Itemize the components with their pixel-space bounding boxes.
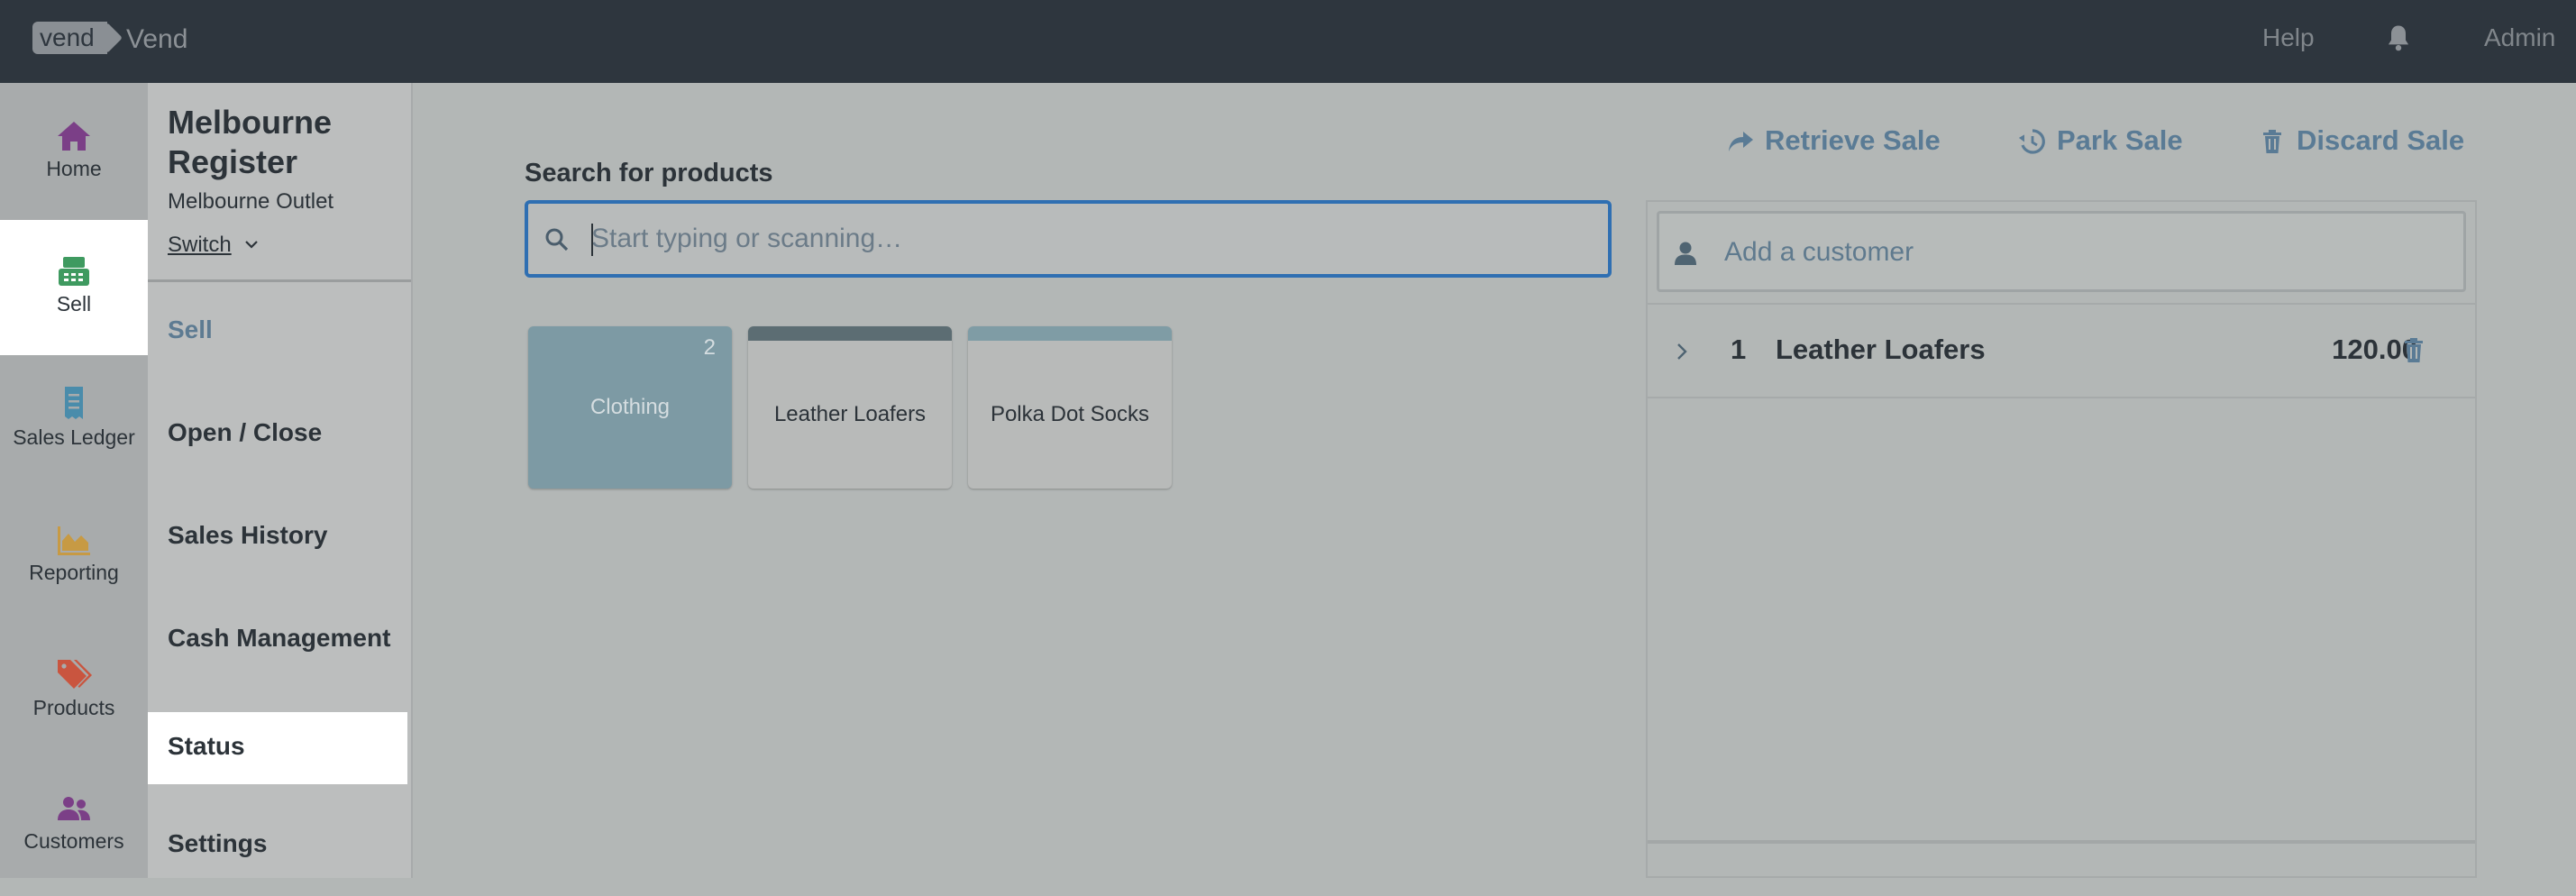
line-item-name: Leather Loafers bbox=[1776, 334, 1986, 365]
users-icon bbox=[58, 797, 90, 820]
register-title: Melbourne Register bbox=[168, 104, 333, 180]
bell-icon[interactable] bbox=[2385, 23, 2412, 52]
chevron-right-icon[interactable] bbox=[1675, 341, 1689, 362]
line-item-price[interactable]: 120.00 bbox=[2262, 334, 2417, 366]
switch-register-link[interactable]: Switch bbox=[168, 233, 232, 258]
sale-panel: 1 Leather Loafers 120.00 bbox=[1646, 200, 2477, 878]
nav-sales-ledger[interactable]: Sales Ledger bbox=[0, 355, 148, 490]
trash-icon bbox=[2263, 130, 2281, 153]
register-subnav: Melbourne Register Melbourne Outlet Swit… bbox=[148, 83, 413, 878]
main-nav: Home Sell Sales Ledger Reporting Product… bbox=[0, 83, 148, 878]
receipt-icon bbox=[65, 387, 83, 419]
quick-key-polka-dot-socks[interactable]: Polka Dot Socks bbox=[968, 326, 1172, 489]
subnav-item-settings[interactable]: Settings bbox=[148, 809, 407, 882]
subnav-item-sell[interactable]: Sell bbox=[148, 296, 407, 368]
subnav-item-cash-management[interactable]: Cash Management bbox=[148, 604, 407, 676]
subnav-item-label: Sales History bbox=[168, 521, 328, 549]
nav-home-label: Home bbox=[46, 157, 102, 180]
home-icon bbox=[58, 122, 90, 151]
subnav-item-label: Status bbox=[168, 732, 245, 760]
add-customer-box[interactable] bbox=[1657, 211, 2466, 292]
tile-name: Leather Loafers bbox=[773, 402, 927, 426]
nav-reporting-label: Reporting bbox=[29, 561, 119, 584]
line-item-row[interactable]: 1 Leather Loafers 120.00 bbox=[1648, 305, 2475, 398]
subnav-item-label: Cash Management bbox=[168, 624, 391, 652]
customer-search-input[interactable] bbox=[1724, 230, 2427, 275]
history-icon bbox=[2019, 129, 2045, 154]
nav-sell-label: Sell bbox=[56, 292, 92, 315]
retrieve-sale-label: Retrieve Sale bbox=[1765, 124, 1941, 156]
share-arrow-icon bbox=[1729, 132, 1753, 151]
product-search-input[interactable] bbox=[591, 216, 1583, 261]
nav-customers[interactable]: Customers bbox=[0, 761, 148, 896]
line-item-quantity[interactable]: 1 bbox=[1731, 334, 1746, 366]
logo-text: vend bbox=[40, 23, 95, 51]
nav-sales-ledger-label: Sales Ledger bbox=[13, 425, 135, 449]
subnav-item-label: Sell bbox=[168, 315, 213, 343]
nav-customers-label: Customers bbox=[23, 829, 124, 853]
nav-sell[interactable]: Sell bbox=[0, 220, 148, 355]
nav-home[interactable]: Home bbox=[0, 83, 148, 218]
top-bar: vend Vend Help Admin bbox=[0, 0, 2576, 83]
folder-item-count: 2 bbox=[703, 335, 716, 360]
divider bbox=[1648, 397, 2475, 398]
product-search-box[interactable] bbox=[525, 200, 1612, 278]
user-icon bbox=[1675, 242, 1696, 265]
trash-icon[interactable] bbox=[2403, 337, 2425, 364]
park-sale-label: Park Sale bbox=[2057, 124, 2183, 156]
subnav-item-label: Open / Close bbox=[168, 418, 323, 446]
help-link[interactable]: Help bbox=[2262, 23, 2315, 52]
tile-name: Polka Dot Socks bbox=[990, 402, 1150, 426]
subnav-item-status[interactable]: Status bbox=[148, 712, 407, 784]
user-menu[interactable]: Admin bbox=[2484, 23, 2555, 52]
text-caret bbox=[591, 224, 593, 256]
subnav-item-open-close[interactable]: Open / Close bbox=[148, 398, 407, 471]
quick-key-leather-loafers[interactable]: Leather Loafers bbox=[748, 326, 952, 489]
register-icon bbox=[59, 257, 89, 286]
subnav-item-label: Settings bbox=[168, 829, 268, 857]
vend-logo[interactable]: vend bbox=[32, 22, 107, 54]
search-icon bbox=[545, 228, 569, 251]
tile-color-bar bbox=[748, 326, 952, 341]
app-name: Vend bbox=[126, 24, 188, 54]
chevron-down-icon[interactable] bbox=[243, 238, 260, 251]
sale-summary-divider bbox=[1648, 840, 2475, 844]
tile-color-bar bbox=[968, 326, 1172, 341]
search-label: Search for products bbox=[525, 159, 773, 187]
nav-products[interactable]: Products bbox=[0, 626, 148, 761]
quick-key-folder-clothing[interactable]: 2 Clothing bbox=[528, 326, 732, 489]
discard-sale-label: Discard Sale bbox=[2297, 124, 2465, 156]
register-outlet: Melbourne Outlet bbox=[168, 189, 334, 214]
tile-name: Clothing bbox=[589, 395, 671, 419]
tags-icon bbox=[58, 660, 92, 689]
nav-products-label: Products bbox=[32, 696, 115, 719]
subnav-divider bbox=[148, 279, 411, 282]
area-chart-icon bbox=[58, 526, 90, 555]
nav-reporting[interactable]: Reporting bbox=[0, 490, 148, 626]
subnav-item-sales-history[interactable]: Sales History bbox=[148, 501, 407, 573]
